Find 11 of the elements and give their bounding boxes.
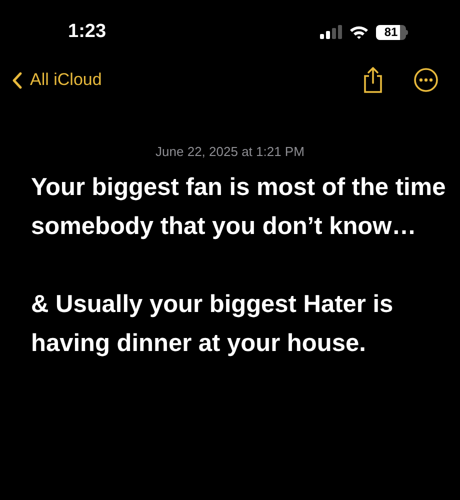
status-time: 1:23 <box>68 20 106 44</box>
note-date: June 22, 2025 at 1:21 PM <box>156 143 304 161</box>
signal-icon <box>320 25 342 39</box>
back-button[interactable]: All iCloud <box>12 67 102 93</box>
wifi-icon <box>349 25 369 39</box>
note-paragraph: & Usually your biggest Hater is having dinner at your house. <box>31 290 394 358</box>
share-icon[interactable] <box>362 66 384 94</box>
note-paragraph: Your biggest fan is most of the time somebody that you don’t know… <box>31 172 446 242</box>
more-icon[interactable] <box>414 68 438 92</box>
battery-percentage: 81 <box>383 24 399 40</box>
chevron-left-icon <box>12 72 22 88</box>
